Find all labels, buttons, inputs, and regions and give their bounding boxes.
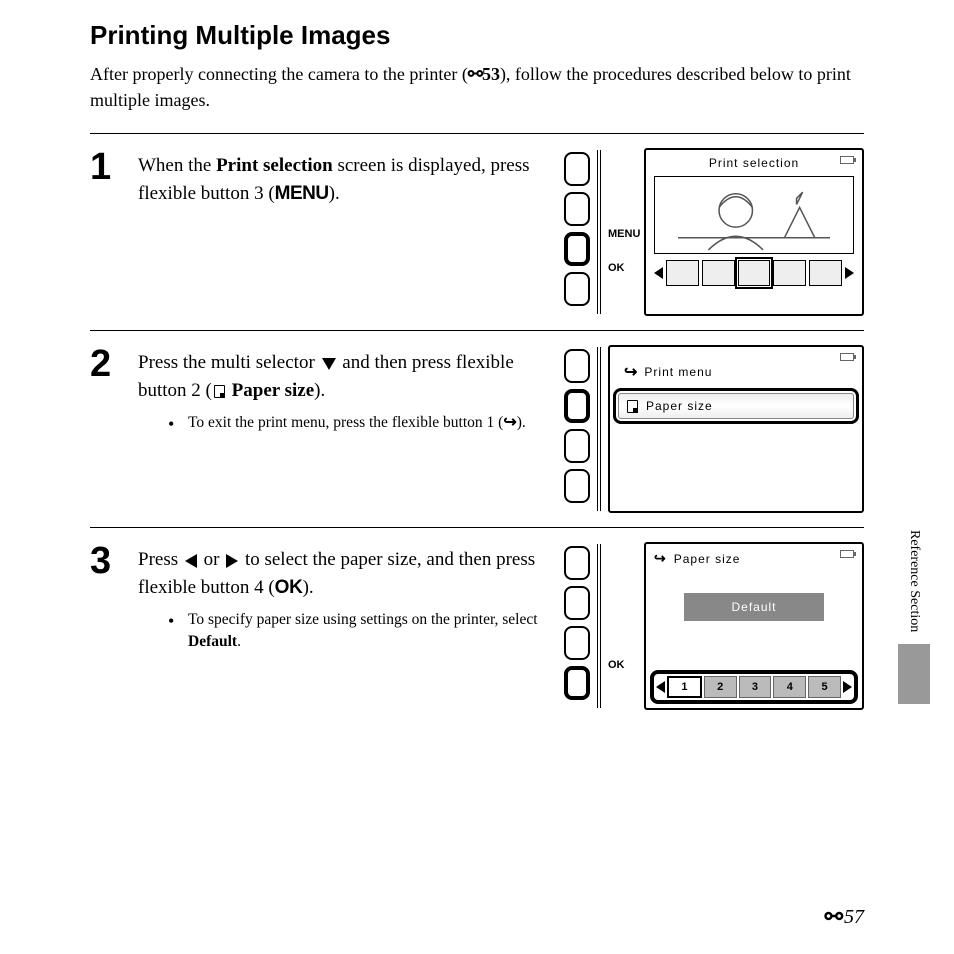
side-tab: Reference Section — [894, 530, 934, 834]
step-2-bullet: To exit the print menu, press the flexib… — [168, 412, 544, 434]
lcd-screen-1: Print selection — [644, 148, 864, 316]
step-3: 3 Press or to select the paper size, and… — [90, 528, 864, 724]
prev-icon[interactable] — [656, 681, 665, 693]
step-1-text: When the Print selection screen is displ… — [138, 152, 544, 207]
ok-label: OK — [608, 659, 638, 671]
page-footer: ⚯57 — [825, 904, 864, 930]
down-arrow-icon — [322, 358, 336, 370]
screen-title: Print selection — [654, 156, 854, 170]
flexible-button-1[interactable] — [564, 349, 590, 383]
flexible-button-4[interactable] — [564, 469, 590, 503]
menu-glyph: MENU — [275, 183, 329, 204]
step-3-bullet: To specify paper size using settings on … — [168, 609, 544, 652]
illustration-icon — [655, 177, 853, 253]
step-3-text: Press or to select the paper size, and t… — [138, 546, 544, 601]
back-arrow-icon: ↪ — [624, 362, 638, 382]
flexible-button-3[interactable] — [564, 232, 590, 266]
page-carousel: 1 2 3 4 5 — [654, 674, 854, 700]
page-heading: Printing Multiple Images — [90, 20, 864, 51]
step-1-diagram: MENU OK Print selection — [564, 148, 864, 316]
screen-title: Paper size — [674, 552, 741, 566]
paper-icon — [627, 400, 638, 413]
menu-item-print-menu[interactable]: ↪Print menu — [618, 357, 854, 387]
flexible-button-4[interactable] — [564, 666, 590, 700]
step-number: 1 — [90, 148, 138, 316]
menu-label: MENU — [608, 228, 638, 240]
step-2-text: Press the multi selector and then press … — [138, 349, 544, 404]
thumbnail-selected[interactable] — [738, 260, 771, 286]
chain-icon: ⚯ — [825, 904, 841, 930]
thumb-tab — [898, 644, 930, 704]
intro-paragraph: After properly connecting the camera to … — [90, 61, 864, 113]
page-cell[interactable]: 5 — [808, 676, 841, 698]
step-3-diagram: OK ↪ Paper size Default 1 2 3 4 — [564, 542, 864, 710]
step-number: 2 — [90, 345, 138, 513]
next-icon[interactable] — [843, 681, 852, 693]
flexible-button-1[interactable] — [564, 546, 590, 580]
thumbnail[interactable] — [666, 260, 699, 286]
left-arrow-icon — [185, 554, 197, 568]
next-icon[interactable] — [845, 267, 854, 279]
section-label: Reference Section — [906, 530, 922, 632]
thumbnail[interactable] — [809, 260, 842, 286]
selected-option: Default — [684, 593, 824, 621]
flexible-button-2[interactable] — [564, 586, 590, 620]
lcd-screen-2: ↪Print menu Paper size — [608, 345, 864, 513]
battery-icon — [840, 353, 854, 361]
xref-link[interactable]: ⚯53 — [468, 61, 500, 87]
back-arrow-icon: ↪ — [654, 550, 666, 567]
paper-icon — [214, 385, 225, 398]
page-cell[interactable]: 4 — [773, 676, 806, 698]
thumbnail[interactable] — [702, 260, 735, 286]
flexible-button-2[interactable] — [564, 192, 590, 226]
battery-icon — [840, 156, 854, 164]
ok-label: OK — [608, 262, 638, 274]
right-arrow-icon — [226, 554, 238, 568]
flexible-button-3[interactable] — [564, 429, 590, 463]
back-arrow-icon: ↪ — [503, 412, 516, 434]
step-2: 2 Press the multi selector and then pres… — [90, 331, 864, 527]
page-cell[interactable]: 3 — [739, 676, 772, 698]
step-number: 3 — [90, 542, 138, 710]
menu-item-paper-size[interactable]: Paper size — [618, 393, 854, 419]
flexible-button-3[interactable] — [564, 626, 590, 660]
page-cell[interactable]: 2 — [704, 676, 737, 698]
lcd-screen-3: ↪ Paper size Default 1 2 3 4 5 — [644, 542, 864, 710]
step-1: 1 When the Print selection screen is dis… — [90, 134, 864, 330]
prev-icon[interactable] — [654, 267, 663, 279]
ok-glyph: OK — [275, 577, 303, 598]
flexible-button-2[interactable] — [564, 389, 590, 423]
thumbnail[interactable] — [773, 260, 806, 286]
flexible-button-1[interactable] — [564, 152, 590, 186]
thumbnail-strip — [654, 260, 854, 286]
step-2-diagram: ↪Print menu Paper size — [564, 345, 864, 513]
page-cell[interactable]: 1 — [667, 676, 702, 698]
flexible-button-4[interactable] — [564, 272, 590, 306]
battery-icon — [840, 550, 854, 558]
main-thumbnail — [654, 176, 854, 254]
